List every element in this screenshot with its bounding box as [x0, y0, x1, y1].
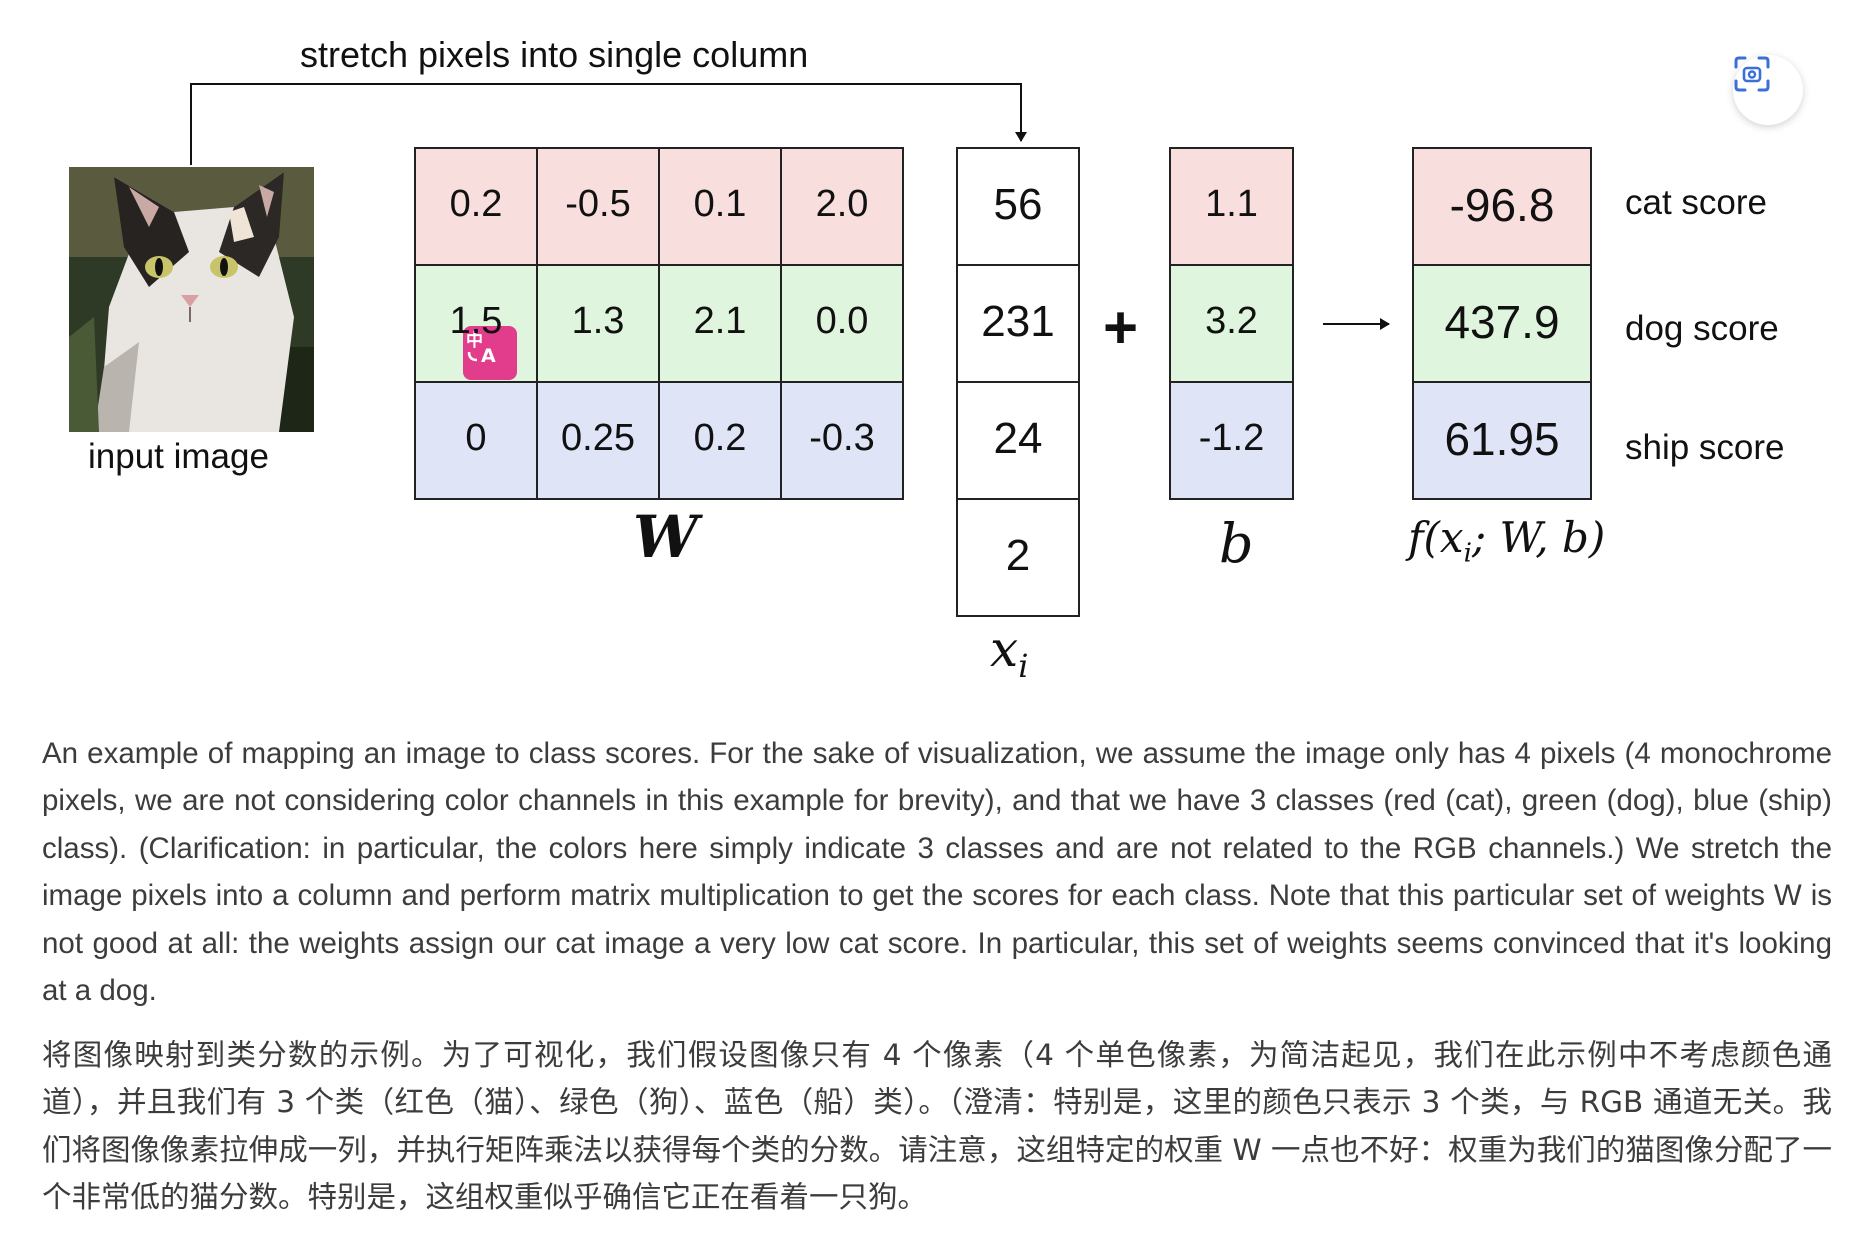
- W-cell-r2-c1: 0.25: [561, 417, 635, 459]
- score-cell-0: -96.8: [1449, 178, 1555, 231]
- b-cell-1: 3.2: [1205, 300, 1258, 342]
- W-cell-r2-c2: 0.2: [693, 417, 747, 459]
- W-cell-r0-c0: 0.2: [449, 183, 503, 225]
- x-cell-0: 56: [993, 179, 1043, 229]
- b-cell-0: 1.1: [1205, 183, 1258, 225]
- dog-score-label: dog score: [1625, 309, 1779, 348]
- score-cell-2: 61.95: [1444, 412, 1560, 465]
- b-cell-2: -1.2: [1198, 417, 1265, 459]
- f-symbol-head: f(x: [1408, 513, 1464, 562]
- caption-chinese: 将图像映射到类分数的示例。为了可视化，我们假设图像只有 4 个像素（4 个单色像…: [42, 1037, 1832, 1215]
- linear-classifier-figure: 中 A stretch pixels into single column in…: [0, 0, 1873, 700]
- W-cell-r1-c1: 1.3: [571, 300, 625, 342]
- W-cell-r1-c0: 1.5: [449, 300, 503, 342]
- W-cell-r1-c2: 2.1: [693, 300, 747, 342]
- f-symbol-subscript: i: [1463, 538, 1472, 569]
- score-cell-1: 437.9: [1444, 295, 1560, 348]
- W-symbol: W: [633, 503, 699, 571]
- f-symbol: f(xi; W, b): [1408, 513, 1605, 568]
- x-symbol-base: x: [990, 620, 1019, 678]
- scan-icon[interactable]: [1733, 55, 1803, 125]
- stretch-label: stretch pixels into single column: [300, 34, 809, 75]
- input-cat-image: [69, 167, 314, 432]
- f-symbol-tail: ; W, b): [1471, 513, 1606, 562]
- plus-sign: +: [1103, 294, 1139, 361]
- W-cell-r2-c3: -0.3: [809, 417, 875, 459]
- W-cell-r1-c3: 0.0: [815, 300, 869, 342]
- b-symbol: b: [1219, 512, 1254, 575]
- caption-english: An example of mapping an image to class …: [42, 736, 1832, 1008]
- x-symbol-subscript: i: [1018, 647, 1029, 685]
- W-cell-r0-c1: -0.5: [565, 183, 631, 225]
- cat-score-label: cat score: [1625, 183, 1767, 222]
- ship-score-label: ship score: [1625, 428, 1785, 467]
- x-cell-2: 24: [993, 413, 1043, 463]
- x-cell-1: 231: [981, 296, 1055, 346]
- x-cell-3: 2: [1005, 530, 1031, 580]
- W-cell-r2-c0: 0: [465, 417, 487, 459]
- x-symbol: xi: [990, 620, 1028, 685]
- W-cell-r0-c3: 2.0: [815, 183, 869, 225]
- input-image-label: input image: [88, 437, 269, 476]
- W-cell-r0-c2: 0.1: [693, 183, 747, 225]
